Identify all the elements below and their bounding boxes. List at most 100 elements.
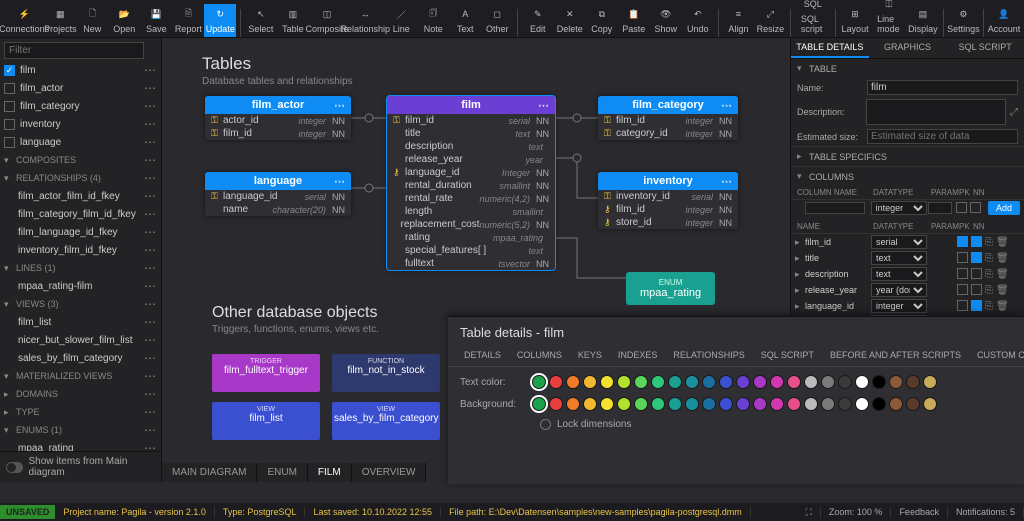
delete-icon[interactable]: 🗑: [996, 269, 1009, 280]
toolbar-sql-script[interactable]: SQLSQL script: [795, 0, 831, 37]
table-film-category[interactable]: film_category⋯⚿film_idintegerNN⚿category…: [598, 96, 738, 140]
more-icon[interactable]: ⋯: [144, 135, 157, 149]
more-icon[interactable]: ⋯: [144, 117, 157, 131]
tree-mpaa-rating-film[interactable]: mpaa_rating-film⋯: [0, 277, 161, 295]
more-icon[interactable]: ⋯: [144, 81, 157, 95]
toolbar-paste[interactable]: 📋Paste: [618, 4, 650, 37]
toolbar-copy[interactable]: ⧉Copy: [586, 4, 618, 37]
col-description[interactable]: ▸descriptiontext⎘🗑: [791, 266, 1024, 282]
toolbar-open[interactable]: 📂Open: [108, 4, 140, 37]
tree-type[interactable]: ▸TYPE⋯: [0, 403, 161, 421]
col-film_id[interactable]: ▸film_idserial⎘🗑: [791, 234, 1024, 250]
delete-icon[interactable]: 🗑: [996, 301, 1009, 312]
toolbar-display[interactable]: ▤Display: [907, 4, 939, 37]
more-icon[interactable]: ⋯: [144, 153, 157, 167]
tree-sales-by-film-category[interactable]: sales_by_film_category⋯: [0, 349, 161, 367]
color-swatch[interactable]: [719, 397, 733, 411]
duplicate-icon[interactable]: ⎘: [985, 269, 993, 280]
table-menu-icon[interactable]: ⋯: [721, 99, 732, 112]
toolbar-table[interactable]: ▥Table: [277, 4, 309, 37]
more-icon[interactable]: ⋯: [144, 351, 157, 365]
color-swatch[interactable]: [549, 397, 563, 411]
expand-icon[interactable]: ▸: [795, 301, 805, 312]
tree-film-actor[interactable]: film_actor⋯: [0, 79, 161, 97]
tree-film-actor-film-id-fkey[interactable]: film_actor_film_id_fkey⋯: [0, 187, 161, 205]
more-icon[interactable]: ⋯: [144, 297, 157, 311]
tree-language[interactable]: language⋯: [0, 133, 161, 151]
tree-composites[interactable]: ▾COMPOSITES⋯: [0, 151, 161, 169]
expand-icon[interactable]: ▸: [795, 237, 805, 248]
col-release_year[interactable]: ▸release_yearyear (domain)⎘🗑: [791, 282, 1024, 298]
color-swatch[interactable]: [855, 375, 869, 389]
more-icon[interactable]: ⋯: [144, 207, 157, 221]
table-film-actor[interactable]: film_actor⋯⚿actor_idintegerNN⚿film_idint…: [205, 96, 351, 140]
duplicate-icon[interactable]: ⎘: [985, 301, 993, 312]
toolbar-save[interactable]: 💾Save: [140, 4, 172, 37]
object-film_fulltext_trigger[interactable]: TRIGGERfilm_fulltext_trigger: [212, 354, 320, 392]
color-swatch[interactable]: [719, 375, 733, 389]
checkbox-icon[interactable]: [4, 119, 15, 130]
color-swatch[interactable]: [787, 375, 801, 389]
color-swatch[interactable]: [702, 375, 716, 389]
object-sales_by_film_category[interactable]: VIEWsales_by_film_category: [332, 402, 440, 440]
toolbar-projects[interactable]: ▦Projects: [44, 4, 76, 37]
expand-icon[interactable]: ⤢: [1010, 107, 1018, 118]
color-swatch[interactable]: [566, 375, 580, 389]
color-swatch[interactable]: [532, 397, 546, 411]
color-swatch[interactable]: [600, 375, 614, 389]
color-swatch[interactable]: [685, 375, 699, 389]
color-swatch[interactable]: [923, 375, 937, 389]
toolbar-note[interactable]: 🗊Note: [417, 4, 449, 37]
checkbox-icon[interactable]: [4, 83, 15, 94]
tree-lines[interactable]: ▾LINES (1)⋯: [0, 259, 161, 277]
color-swatch[interactable]: [906, 397, 920, 411]
status-zoom[interactable]: Zoom: 100 %: [821, 507, 892, 518]
canvas-tab-main-diagram[interactable]: MAIN DIAGRAM: [162, 463, 257, 482]
toolbar-layout[interactable]: ⊞Layout: [839, 4, 871, 37]
tree-materialized-views[interactable]: ▾MATERIALIZED VIEWS⋯: [0, 367, 161, 385]
toolbar-other[interactable]: ◻Other: [481, 4, 513, 37]
tree-film-language-id-fkey[interactable]: film_language_id_fkey⋯: [0, 223, 161, 241]
toolbar-resize[interactable]: ⤢Resize: [754, 4, 786, 37]
color-swatch[interactable]: [702, 397, 716, 411]
col-title[interactable]: ▸titletext⎘🗑: [791, 250, 1024, 266]
filter-input[interactable]: [4, 42, 144, 59]
toolbar-connections[interactable]: ⚡Connections: [4, 4, 44, 37]
more-icon[interactable]: ⋯: [144, 63, 157, 77]
canvas-tab-overview[interactable]: OVERVIEW: [352, 463, 427, 482]
tree-domains[interactable]: ▸DOMAINS⋯: [0, 385, 161, 403]
tree-inventory-film-id-fkey[interactable]: inventory_film_id_fkey⋯: [0, 241, 161, 259]
panel-tab-sql-script[interactable]: SQL SCRIPT: [946, 38, 1024, 58]
table-menu-icon[interactable]: ⋯: [538, 99, 549, 112]
detail-tab-details[interactable]: DETAILS: [456, 346, 509, 366]
tree-film-category[interactable]: film_category⋯: [0, 97, 161, 115]
table-menu-icon[interactable]: ⋯: [334, 175, 345, 188]
toolbar-show[interactable]: 👁Show: [650, 4, 682, 37]
table-name-input[interactable]: [867, 80, 1018, 95]
color-swatch[interactable]: [583, 397, 597, 411]
color-swatch[interactable]: [736, 397, 750, 411]
checkbox-icon[interactable]: ✓: [4, 65, 15, 76]
detail-tab-keys[interactable]: KEYS: [570, 346, 610, 366]
more-icon[interactable]: ⋯: [144, 315, 157, 329]
tree-film-list[interactable]: film_list⋯: [0, 313, 161, 331]
table-menu-icon[interactable]: ⋯: [334, 99, 345, 112]
color-swatch[interactable]: [634, 397, 648, 411]
color-swatch[interactable]: [668, 375, 682, 389]
canvas-tab-enum[interactable]: ENUM: [257, 463, 307, 482]
color-swatch[interactable]: [651, 397, 665, 411]
checkbox-icon[interactable]: [4, 137, 15, 148]
color-swatch[interactable]: [668, 397, 682, 411]
toolbar-update[interactable]: ↻Update: [204, 4, 236, 37]
canvas-tab-film[interactable]: FILM: [308, 463, 352, 482]
tree-nicer-but-slower-film-list[interactable]: nicer_but_slower_film_list⋯: [0, 331, 161, 349]
new-col-name[interactable]: [805, 202, 865, 214]
color-swatch[interactable]: [753, 397, 767, 411]
more-icon[interactable]: ⋯: [144, 441, 157, 451]
detail-tab-before-and-after-scripts[interactable]: BEFORE AND AFTER SCRIPTS: [822, 346, 969, 366]
color-swatch[interactable]: [906, 375, 920, 389]
more-icon[interactable]: ⋯: [144, 423, 157, 437]
tree-mpaa-rating[interactable]: mpaa_rating⋯: [0, 439, 161, 451]
section-specifics[interactable]: ▸TABLE SPECIFICS: [791, 147, 1024, 166]
tree-enums[interactable]: ▾ENUMS (1)⋯: [0, 421, 161, 439]
